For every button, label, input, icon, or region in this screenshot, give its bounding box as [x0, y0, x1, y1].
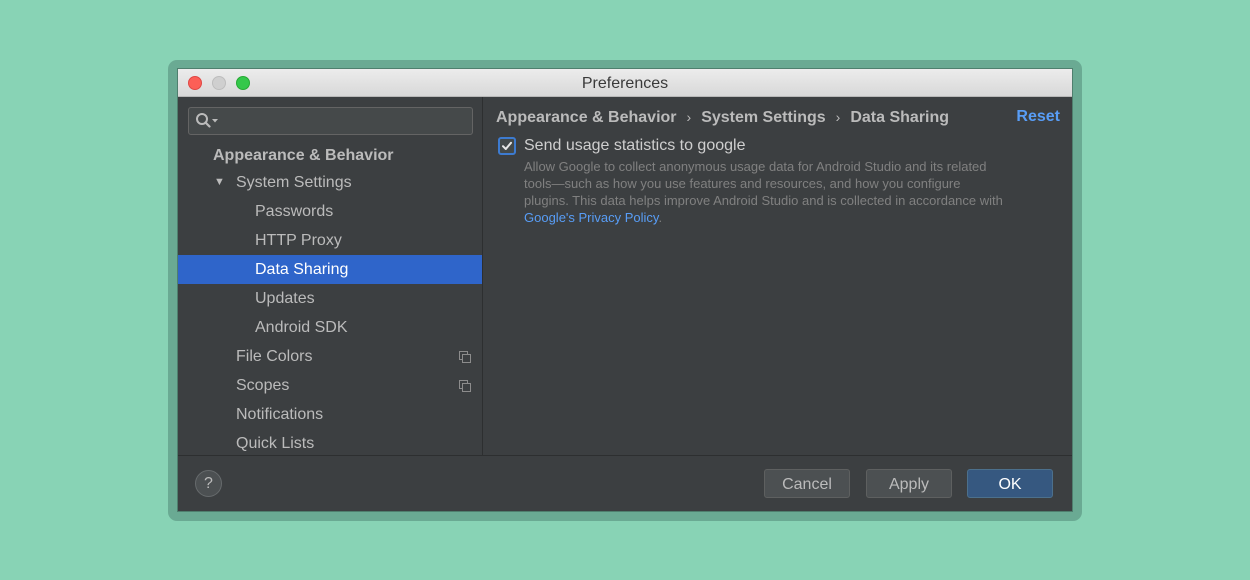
sidebar-item-passwords[interactable]: Passwords [178, 197, 482, 226]
sidebar-item-label: HTTP Proxy [255, 232, 342, 249]
title-bar[interactable]: Preferences [178, 69, 1072, 97]
sidebar-item-label: Appearance & Behavior [213, 147, 394, 164]
sidebar-item-http-proxy[interactable]: HTTP Proxy [178, 226, 482, 255]
sidebar-item-appearance-behavior[interactable]: Appearance & Behavior [178, 141, 482, 170]
window-title: Preferences [581, 75, 669, 92]
reset-link[interactable]: Reset [1016, 106, 1060, 128]
sidebar-item-label: File Colors [236, 348, 313, 365]
data-sharing-description: Allow Google to collect anonymous usage … [524, 158, 1004, 226]
copy-icon [459, 351, 471, 363]
copy-icon [459, 380, 471, 392]
sidebar-item-file-colors[interactable]: File Colors [178, 342, 482, 371]
expand-arrow-icon[interactable]: ▼ [214, 168, 225, 197]
sidebar-item-label: Updates [255, 290, 315, 307]
breadcrumb-separator: › [686, 109, 692, 125]
checkmark-icon [502, 141, 512, 150]
dialog-footer: ? Cancel Apply OK [178, 455, 1072, 511]
privacy-policy-link[interactable]: Google's Privacy Policy [524, 210, 658, 225]
apply-button[interactable]: Apply [866, 469, 952, 498]
description-suffix: . [658, 210, 663, 225]
settings-content-panel: Appearance & Behavior › System Settings › Da… [484, 97, 1072, 455]
settings-search-input[interactable] [188, 107, 473, 135]
sidebar-item-label: Scopes [236, 377, 290, 394]
cancel-button[interactable]: Cancel [764, 469, 850, 498]
send-usage-statistics-label[interactable]: Send usage statistics to google [524, 135, 745, 157]
sidebar-item-android-sdk[interactable]: Android SDK [178, 313, 482, 342]
sidebar-item-label: Passwords [255, 203, 334, 220]
breadcrumb-separator: › [835, 109, 841, 125]
sidebar-item-label: Quick Lists [236, 435, 315, 452]
help-button[interactable]: ? [195, 470, 222, 497]
description-text: Allow Google to collect anonymous usage … [524, 159, 1003, 208]
sidebar-item-scopes[interactable]: Scopes [178, 371, 482, 400]
sidebar-item-label: Data Sharing [255, 261, 349, 278]
breadcrumb-item: Appearance & Behavior [496, 109, 677, 126]
breadcrumb-item: Data Sharing [850, 109, 950, 126]
sidebar-item-system-settings[interactable]: ▼ System Settings [178, 168, 482, 197]
search-icon[interactable] [195, 112, 221, 130]
sidebar-item-notifications[interactable]: Notifications [178, 400, 482, 429]
sidebar-item-label: Notifications [236, 406, 324, 423]
sidebar-item-updates[interactable]: Updates [178, 284, 482, 313]
settings-sidebar: Appearance & Behavior ▼ System Settings … [178, 97, 483, 455]
send-usage-statistics-checkbox[interactable] [498, 137, 516, 155]
sidebar-item-data-sharing[interactable]: Data Sharing [178, 255, 482, 284]
sidebar-item-label: Android SDK [255, 319, 348, 336]
breadcrumb: Appearance & Behavior › System Settings › Da… [496, 106, 949, 128]
ok-button[interactable]: OK [967, 469, 1053, 498]
sidebar-item-quick-lists[interactable]: Quick Lists [178, 429, 482, 455]
breadcrumb-item: System Settings [701, 109, 826, 126]
sidebar-item-label: System Settings [236, 174, 352, 191]
preferences-window: Preferences Appearance & Behavior ▼ Syst… [178, 69, 1072, 511]
